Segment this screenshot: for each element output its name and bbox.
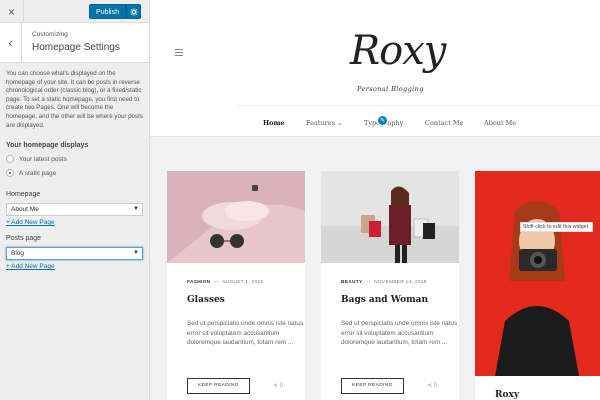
site-header: Roxy Personal Blogging Home Features ⌄ T… [150, 0, 600, 137]
nav-item-about[interactable]: About Me [484, 119, 516, 127]
radio-button-checked[interactable] [6, 169, 14, 178]
posts-page-label: Posts page [6, 235, 42, 243]
widget-card[interactable]: Roxy [475, 171, 600, 400]
post-meta: BEAUTY — NOVEMBER 14, 2015 [341, 280, 427, 285]
menu-icon[interactable] [175, 49, 183, 58]
share-count[interactable]: ⋖ 0 [427, 382, 437, 389]
posts-page-select[interactable]: Blog ▼ [6, 247, 143, 261]
post-category[interactable]: FASHION [187, 280, 210, 285]
post-excerpt: Sed ut perspiciatis unde omnis iste natu… [187, 320, 304, 346]
customizer-topbar: × Publish [0, 0, 149, 23]
radio-button[interactable] [6, 155, 14, 164]
nav-item-contact[interactable]: Contact Me [425, 119, 463, 127]
publish-button[interactable]: Publish [89, 4, 126, 19]
homepage-select-value: About Me [11, 206, 39, 214]
widget-image[interactable]: Roxy [475, 171, 600, 400]
share-count[interactable]: ⋖ 0 [273, 382, 283, 389]
post-title[interactable]: Bags and Woman [341, 295, 428, 305]
homepage-select[interactable]: About Me ▼ [6, 203, 143, 217]
close-icon[interactable]: × [0, 0, 24, 23]
section-title: Homepage Settings [32, 42, 120, 53]
share-icon: ⋖ [273, 383, 279, 389]
divider [238, 105, 600, 106]
add-new-page-link[interactable]: + Add New Page [6, 219, 143, 226]
add-new-page-link[interactable]: + Add New Page [6, 263, 143, 270]
customizer-panel: × Publish ‹ Customizing Homepage Setting… [0, 0, 150, 400]
homepage-displays-title: Your homepage displays [6, 142, 89, 150]
post-excerpt: Sed ut perspiciatis unde omnis iste natu… [341, 320, 458, 346]
site-preview: Roxy Personal Blogging Home Features ⌄ T… [150, 0, 600, 400]
radio-label: A static page [19, 169, 57, 177]
back-chevron-icon[interactable]: ‹ [0, 23, 22, 63]
post-date: AUGUST 1, 2016 [222, 280, 264, 285]
section-description: You can choose what's displayed on the h… [6, 70, 143, 129]
post-card[interactable]: FASHION — AUGUST 1, 2016 Glasses Sed ut … [167, 171, 305, 400]
publish-group: Publish [89, 4, 141, 19]
site-logo[interactable]: Roxy [350, 28, 446, 74]
gear-icon[interactable] [126, 4, 141, 19]
section-header: ‹ Customizing Homepage Settings [0, 23, 149, 63]
nav-item-features[interactable]: Features ⌄ [306, 119, 342, 127]
pencil-icon[interactable]: ✎ [377, 115, 388, 126]
breadcrumb: Customizing [32, 31, 68, 38]
site-tagline: Personal Blogging [357, 85, 424, 93]
post-date: NOVEMBER 14, 2015 [374, 280, 427, 285]
keep-reading-button[interactable]: KEEP READING [341, 378, 404, 394]
svg-text:Roxy: Roxy [495, 390, 520, 400]
posts-page-select-value: Blog [11, 250, 25, 258]
share-count-value: 0 [279, 383, 284, 389]
widget-tooltip: Shift-click to edit this widget. [520, 222, 593, 232]
share-icon: ⋖ [427, 383, 433, 389]
post-title[interactable]: Glasses [187, 295, 225, 305]
share-count-value: 0 [433, 383, 438, 389]
keep-reading-button[interactable]: KEEP READING [187, 378, 250, 394]
homepage-label: Homepage [6, 191, 41, 199]
chevron-down-icon: ▼ [133, 206, 139, 213]
post-card[interactable]: BEAUTY — NOVEMBER 14, 2015 Bags and Woma… [321, 171, 459, 400]
radio-static-page[interactable]: A static page [6, 169, 143, 178]
post-image-glasses[interactable] [167, 171, 305, 263]
post-image-bags[interactable] [321, 171, 459, 263]
post-meta: FASHION — AUGUST 1, 2016 [187, 280, 264, 285]
radio-label: Your latest posts [19, 155, 67, 163]
post-category[interactable]: BEAUTY [341, 280, 363, 285]
nav-item-home[interactable]: Home [263, 119, 285, 127]
chevron-down-icon: ▼ [133, 250, 139, 257]
radio-latest-posts[interactable]: Your latest posts [6, 155, 143, 164]
